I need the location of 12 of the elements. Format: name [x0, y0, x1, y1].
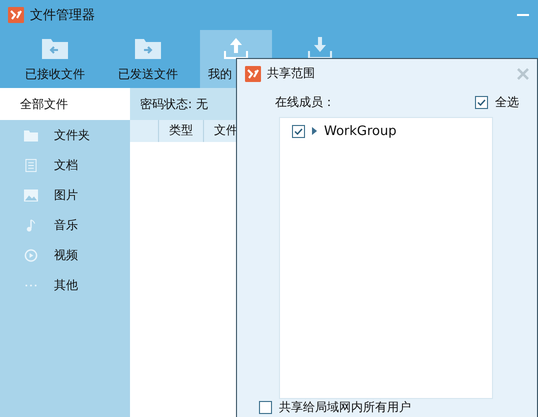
select-all-label: 全选	[495, 94, 519, 112]
members-label: 在线成员：	[275, 94, 335, 112]
dialog-title: 共享范围	[267, 65, 316, 82]
sidebar-label: 文件夹	[54, 126, 90, 144]
sidebar-label: 其他	[54, 276, 78, 294]
sidebar-label: 文档	[54, 156, 78, 174]
password-status: 密码状态: 无	[140, 96, 208, 112]
sidebar-label: 视频	[54, 246, 78, 264]
window-title: 文件管理器	[30, 7, 96, 24]
share-all-label: 共享给局域网内所有用户	[279, 399, 411, 416]
sidebar-label: 图片	[54, 186, 78, 204]
sidebar-label: 音乐	[54, 216, 78, 234]
